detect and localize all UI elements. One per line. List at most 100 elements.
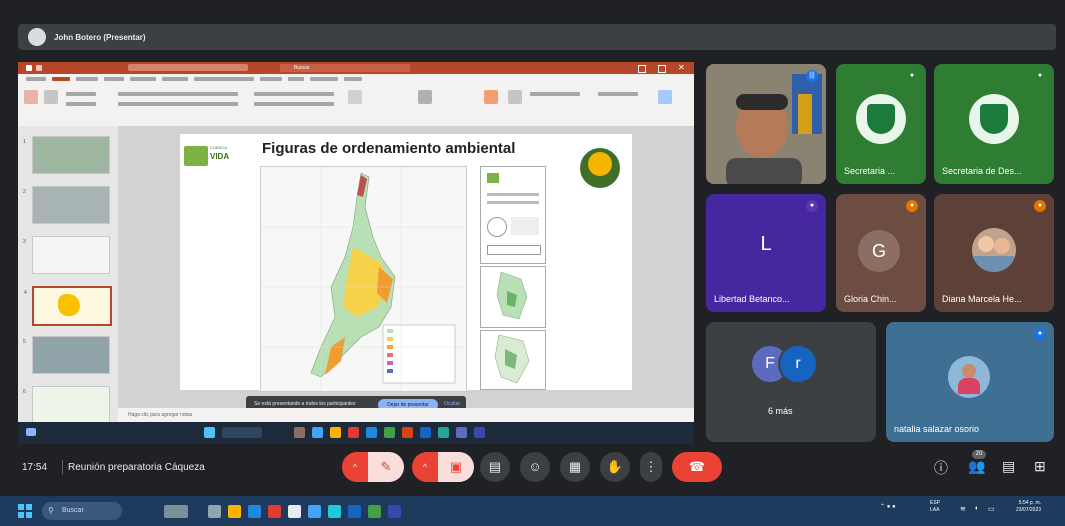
participant-tile-6[interactable]: ● Diana Marcela He... — [934, 194, 1054, 312]
hide-notice-button[interactable]: Ocultar — [444, 401, 460, 407]
audio-options-button[interactable]: ^ — [342, 452, 368, 482]
participant-tile-4[interactable]: L ● Libertad Betanco... — [706, 194, 826, 312]
slide-thumbnail-1[interactable]: 1 — [23, 136, 110, 174]
calendar-icon[interactable] — [288, 505, 301, 518]
people-icon: 👥 — [968, 458, 986, 474]
camera-toggle-button[interactable]: ▣ — [438, 452, 474, 482]
chevron-up-icon: ^ — [352, 462, 358, 472]
participant-tile-8[interactable]: ● natalia salazar osorio — [886, 322, 1054, 442]
close-icon[interactable]: ✕ — [678, 63, 685, 72]
slide-thumbnail-4[interactable]: 4 — [24, 286, 112, 326]
raise-hand-button[interactable]: ✋ — [600, 452, 630, 482]
task-view-icon[interactable] — [208, 505, 221, 518]
more-vert-icon: ⋮ — [644, 459, 658, 474]
mic-on-icon: ● — [1034, 70, 1046, 82]
slide-thumbnail-6[interactable]: 6 — [23, 386, 110, 424]
network-icon[interactable]: ≋ — [960, 505, 966, 513]
captions-icon: ▤ — [488, 459, 502, 474]
participant-tile-video[interactable]: ||| — [706, 64, 826, 184]
notes-placeholder[interactable]: Haga clic para agregar notas — [128, 412, 192, 418]
system-tray[interactable]: ⌃ ● ● — [880, 503, 896, 510]
maximize-icon[interactable] — [658, 65, 666, 73]
taskbar-search-box[interactable]: Buscar — [42, 502, 122, 520]
text-direction-icon[interactable] — [348, 90, 362, 104]
participant-photo-avatar — [948, 356, 990, 398]
battery-icon[interactable]: ▭ — [988, 505, 995, 513]
tray-chevron-icon: ⌃ — [880, 504, 886, 510]
designer-icon[interactable] — [658, 90, 672, 104]
more-options-button[interactable]: ⋮ — [640, 452, 662, 482]
excel-icon[interactable] — [368, 505, 381, 518]
participant-tile-more[interactable]: F r 6 más — [706, 322, 876, 442]
save-icon[interactable] — [26, 65, 32, 71]
participant-tile-5[interactable]: G ● Gloria Chin... — [836, 194, 926, 312]
participant-tile-2[interactable]: ● Secretaria ... — [836, 64, 926, 184]
new-slide-icon[interactable] — [44, 90, 58, 104]
shape-fill-controls[interactable] — [530, 92, 580, 96]
chrome-icon[interactable] — [328, 505, 341, 518]
slide-canvas: CUENCA VIDA Figuras de ordenamiento ambi… — [118, 126, 694, 422]
paste-icon[interactable] — [24, 90, 38, 104]
minimize-icon[interactable] — [638, 65, 646, 73]
tab-revisar[interactable] — [260, 77, 282, 81]
slide-thumbnail-2[interactable]: 2 — [23, 186, 110, 224]
tab-grabacion[interactable] — [310, 77, 338, 81]
search-icon: ⚲ — [48, 506, 54, 515]
undo-icon[interactable] — [36, 65, 42, 71]
participant-initial: G — [858, 230, 900, 272]
app-icon — [474, 427, 485, 438]
participant-name: Gloria Chin... — [844, 294, 897, 304]
font-selector[interactable] — [118, 92, 238, 96]
tab-presentacion[interactable] — [194, 77, 254, 81]
meeting-info-button[interactable]: ⓘ — [934, 458, 948, 478]
outlook-icon[interactable] — [348, 505, 361, 518]
file-explorer-icon[interactable] — [228, 505, 241, 518]
windows-start-icon[interactable] — [18, 504, 32, 518]
find-replace-controls[interactable] — [598, 92, 638, 96]
thumbnail-number: 6 — [23, 389, 26, 395]
participant-tile-3[interactable]: ● Secretaria de Des... — [934, 64, 1054, 184]
tab-ayuda[interactable] — [344, 77, 362, 81]
volume-icon[interactable]: ◖ — [974, 505, 978, 512]
people-button[interactable]: 👥 — [968, 458, 985, 475]
legend-line — [487, 193, 539, 196]
app-icon — [312, 427, 323, 438]
edge-icon[interactable] — [248, 505, 261, 518]
language-indicator[interactable]: ESP LAA — [930, 500, 940, 514]
tray-app-icon: ● — [892, 504, 896, 510]
current-slide[interactable]: CUENCA VIDA Figuras de ordenamiento ambi… — [180, 134, 632, 392]
info-icon: ⓘ — [934, 460, 948, 476]
store-icon[interactable] — [308, 505, 321, 518]
windows-taskbar — [0, 496, 1065, 526]
app-icon — [348, 427, 359, 438]
video-options-button[interactable]: ^ — [412, 452, 438, 482]
activities-button[interactable]: ⊞ — [1034, 458, 1046, 475]
tab-insertar[interactable] — [76, 77, 98, 81]
tab-archivo[interactable] — [26, 77, 46, 81]
tab-inicio[interactable] — [52, 77, 70, 81]
taskbar-clock[interactable]: 5:54 p. m. 23/07/2023 — [1016, 500, 1041, 514]
tab-animaciones[interactable] — [162, 77, 188, 81]
paragraph-controls[interactable] — [254, 92, 334, 96]
font-format-controls[interactable] — [118, 102, 238, 106]
clock-date: 23/07/2023 — [1016, 507, 1042, 513]
ppt-search-box[interactable]: Buscar — [280, 64, 410, 72]
brave-icon[interactable] — [268, 505, 281, 518]
slide-thumbnail-3[interactable]: 3 — [23, 236, 110, 274]
present-button[interactable]: ▦ — [560, 452, 590, 482]
chat-button[interactable]: ▤ — [1002, 458, 1015, 475]
tab-transiciones[interactable] — [130, 77, 156, 81]
shapes-gallery-icon[interactable] — [418, 90, 432, 104]
arrange-icon[interactable] — [484, 90, 498, 104]
slide-thumbnail-5[interactable]: 5 — [23, 336, 110, 374]
word-icon[interactable] — [388, 505, 401, 518]
tab-vista[interactable] — [288, 77, 304, 81]
microphone-toggle-button[interactable]: ✎ — [368, 452, 404, 482]
quick-styles-icon[interactable] — [508, 90, 522, 104]
captions-button[interactable]: ▤ — [480, 452, 510, 482]
leave-call-button[interactable]: ☎ — [672, 452, 722, 482]
alignment-controls[interactable] — [254, 102, 334, 106]
reactions-button[interactable]: ☺ — [520, 452, 550, 482]
tab-disenar[interactable] — [104, 77, 124, 81]
weather-widget-icon[interactable] — [164, 505, 188, 518]
